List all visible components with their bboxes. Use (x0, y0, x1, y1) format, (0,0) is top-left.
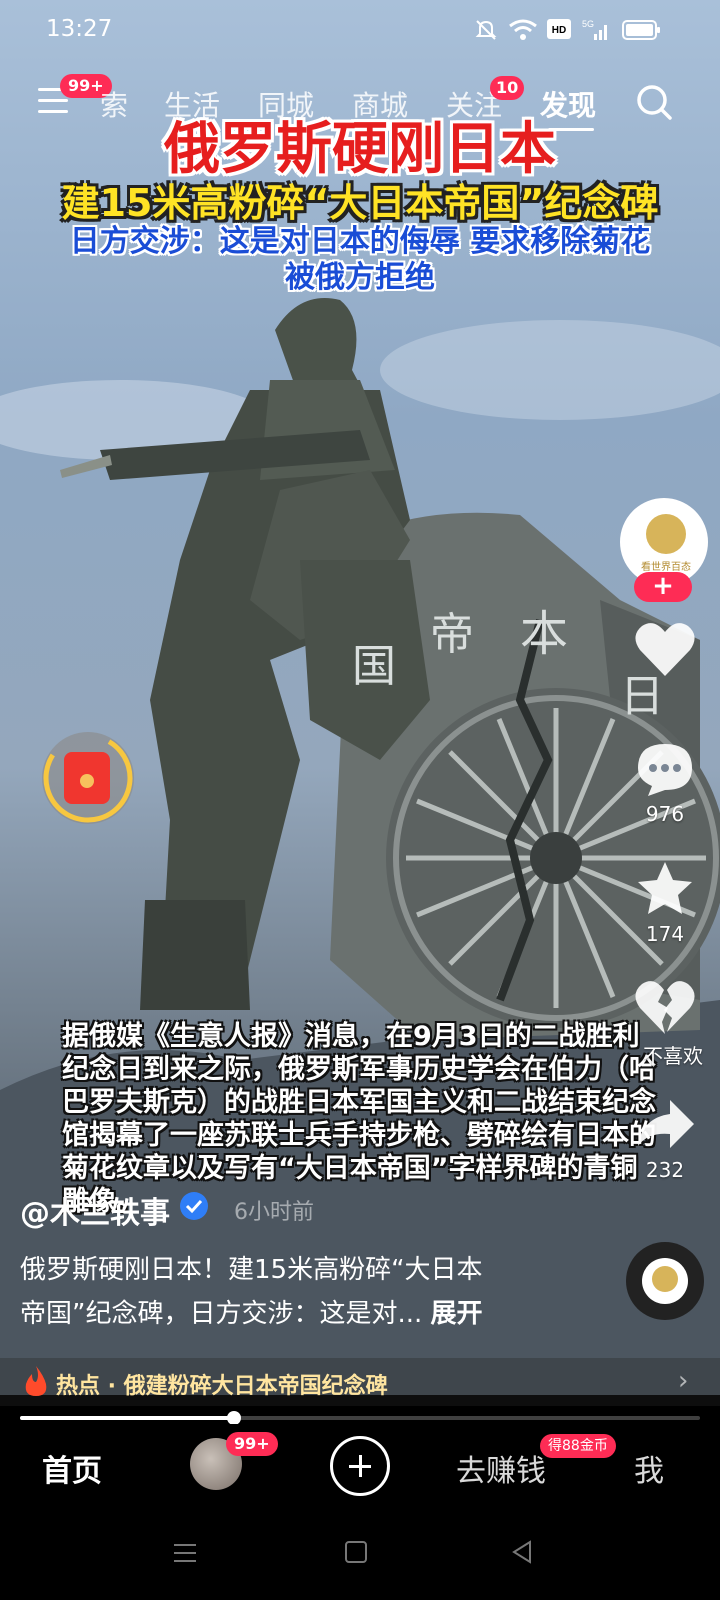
dislike-button[interactable]: 不喜欢 (620, 978, 710, 1069)
bottom-tab-bar: 首页 99+ 去赚钱 得88金币 我 (0, 1424, 720, 1510)
like-button[interactable] (620, 620, 710, 678)
monument-char: 国 (352, 641, 396, 692)
verified-icon (180, 1192, 208, 1220)
star-icon (638, 862, 692, 914)
video-subtitle-line2: 被俄方拒绝 (285, 260, 435, 295)
mute-icon (475, 20, 497, 40)
create-post-button[interactable] (330, 1436, 390, 1496)
status-bar: 13:27 HD 5G (0, 0, 720, 62)
broken-heart-icon (635, 981, 695, 1034)
fire-icon (25, 1366, 47, 1396)
wifi-icon (509, 19, 537, 40)
signal-icon: 5G (582, 19, 607, 40)
tab-me[interactable]: 我 (634, 1446, 664, 1490)
favorite-button[interactable]: 174 (620, 860, 710, 946)
svg-text:5G: 5G (582, 19, 594, 29)
video-subtitle: 日方交涉：这是对日本的侮辱 要求移除菊花 被俄方拒绝 (0, 224, 720, 296)
author-logo-icon (646, 514, 686, 554)
friends-badge: 99+ (226, 1432, 278, 1456)
hd-icon: HD (547, 19, 571, 39)
tab-home[interactable]: 首页 (42, 1446, 102, 1490)
red-packet-icon (64, 752, 110, 804)
recent-apps-icon[interactable] (172, 1540, 198, 1566)
favorite-count: 174 (645, 922, 685, 946)
music-disc-logo-icon (642, 1258, 688, 1304)
hot-topic-bar[interactable]: 热点 · 俄建粉碎大日本帝国纪念碑 › (0, 1358, 720, 1406)
status-time: 13:27 (46, 16, 113, 42)
description-line-2-text: 帝国”纪念碑，日方交涉：这是对... (20, 1299, 423, 1329)
comment-button[interactable]: 976 (620, 740, 710, 826)
follow-button[interactable]: + (634, 572, 692, 602)
share-arrow-icon (638, 1100, 694, 1148)
author-name[interactable]: @木兰轶事 (20, 1196, 170, 1231)
heart-icon (635, 623, 695, 676)
system-nav-bar (0, 1510, 720, 1600)
home-icon[interactable] (344, 1540, 368, 1564)
progress-handle[interactable] (227, 1411, 241, 1425)
dislike-label: 不喜欢 (643, 1044, 703, 1068)
description-line-1: 俄罗斯硬刚日本！建15米高粉碎“大日本 (20, 1255, 483, 1285)
comment-icon (638, 744, 692, 796)
comment-count: 976 (645, 802, 685, 826)
back-icon[interactable] (510, 1540, 534, 1564)
expand-link[interactable]: 展开 (431, 1299, 483, 1329)
post-time: 6小时前 (234, 1200, 314, 1225)
chevron-right-icon: › (678, 1366, 689, 1396)
battery-icon (622, 20, 660, 40)
author-row: @木兰轶事 6小时前 (20, 1188, 314, 1231)
monument-char: 本 (520, 606, 569, 662)
monument-char: 帝 (430, 609, 474, 660)
video-subtitle-line1: 日方交涉：这是对日本的侮辱 要求移除菊花 (69, 224, 651, 259)
svg-text:HD: HD (552, 25, 566, 36)
tab-earn[interactable]: 去赚钱 (456, 1446, 546, 1490)
video-description[interactable]: 俄罗斯硬刚日本！建15米高粉碎“大日本 帝国”纪念碑，日方交涉：这是对... 展… (20, 1248, 540, 1336)
earn-badge: 得88金币 (540, 1434, 616, 1458)
following-badge: 10 (490, 76, 525, 100)
progress-fill (20, 1416, 234, 1420)
video-subheadline: 建15米高粉碎“大日本帝国”纪念碑 (61, 181, 659, 225)
hot-topic-text: 热点 · 俄建粉碎大日本帝国纪念碑 (56, 1374, 388, 1399)
share-button[interactable]: 232 (620, 1096, 710, 1182)
music-disc[interactable] (626, 1242, 704, 1320)
share-count: 232 (645, 1158, 685, 1182)
description-line-2: 帝国”纪念碑，日方交涉：这是对... 展开 (20, 1292, 540, 1336)
red-packet-button[interactable] (42, 732, 134, 824)
video-progress-bar[interactable] (20, 1411, 700, 1425)
